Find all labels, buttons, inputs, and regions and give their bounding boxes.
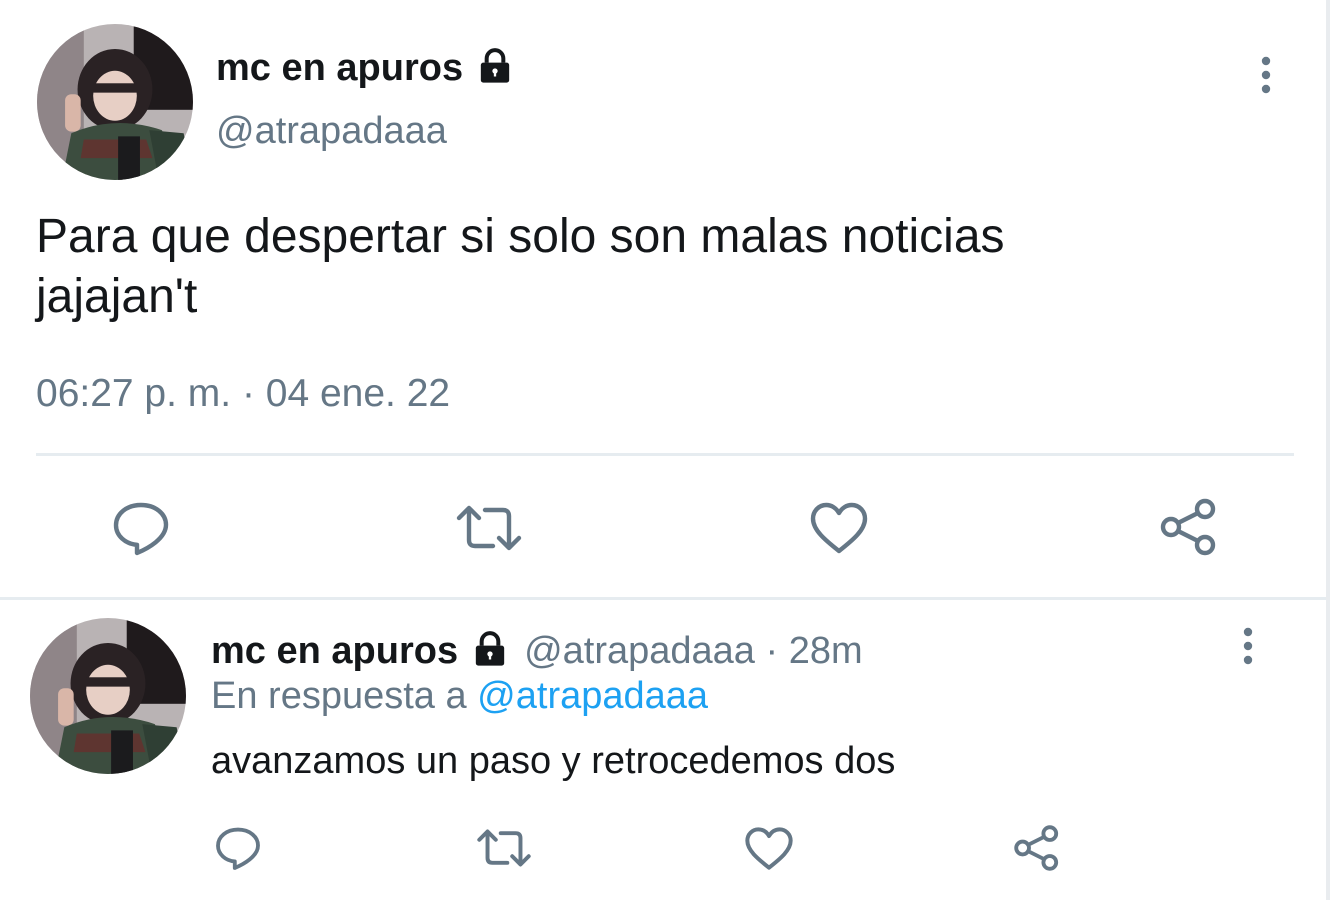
retweet-icon xyxy=(477,829,531,867)
divider xyxy=(36,453,1294,456)
author-name[interactable]: mc en apuros xyxy=(216,47,463,90)
retweet-icon xyxy=(456,505,522,551)
like-button[interactable] xyxy=(806,495,872,561)
reply-icon xyxy=(216,827,260,870)
reply-mention-link[interactable]: @atrapadaaa xyxy=(477,675,708,717)
retweet-button[interactable] xyxy=(474,820,534,876)
author-avatar[interactable] xyxy=(37,24,193,180)
tweet-text-line: Para que despertar si solo son malas not… xyxy=(36,210,1005,263)
reply-button[interactable] xyxy=(210,820,266,876)
more-vertical-icon xyxy=(1261,56,1271,94)
divider xyxy=(0,597,1330,600)
share-button[interactable] xyxy=(1155,493,1223,561)
more-options-button[interactable] xyxy=(1246,51,1286,99)
like-icon xyxy=(745,826,793,870)
share-button[interactable] xyxy=(1008,820,1066,876)
scrollbar-track xyxy=(1326,0,1330,900)
tweet-timestamp[interactable]: 06:27 p. m. · 04 ene. 22 xyxy=(36,372,450,416)
reply-icon xyxy=(113,502,169,556)
reply-context: En respuesta a @atrapadaaa xyxy=(211,675,708,718)
tweet-text: avanzamos un paso y retrocedemos dos xyxy=(211,740,896,782)
author-handle[interactable]: @atrapadaaa xyxy=(216,110,447,153)
share-icon xyxy=(1014,825,1059,871)
lock-icon xyxy=(470,629,510,674)
reply-prefix: En respuesta a xyxy=(211,675,467,717)
tweet-text-line: jajajan't xyxy=(36,270,198,323)
author-avatar[interactable] xyxy=(30,618,186,774)
like-button[interactable] xyxy=(740,820,798,876)
share-icon xyxy=(1160,498,1216,556)
tweet-text: Para que despertar si solo son malas not… xyxy=(36,207,1286,327)
like-icon xyxy=(810,502,868,554)
more-options-button[interactable] xyxy=(1228,622,1268,670)
author-row: mc en apuros xyxy=(216,40,515,96)
handle-and-time[interactable]: @atrapadaaa · 28m xyxy=(524,630,863,673)
reply-header: mc en apuros @atrapadaaa · 28m xyxy=(211,623,863,679)
reply-button[interactable] xyxy=(108,495,174,561)
retweet-button[interactable] xyxy=(453,495,525,561)
more-vertical-icon xyxy=(1243,627,1253,665)
author-name[interactable]: mc en apuros xyxy=(211,630,458,673)
lock-icon xyxy=(475,46,515,91)
